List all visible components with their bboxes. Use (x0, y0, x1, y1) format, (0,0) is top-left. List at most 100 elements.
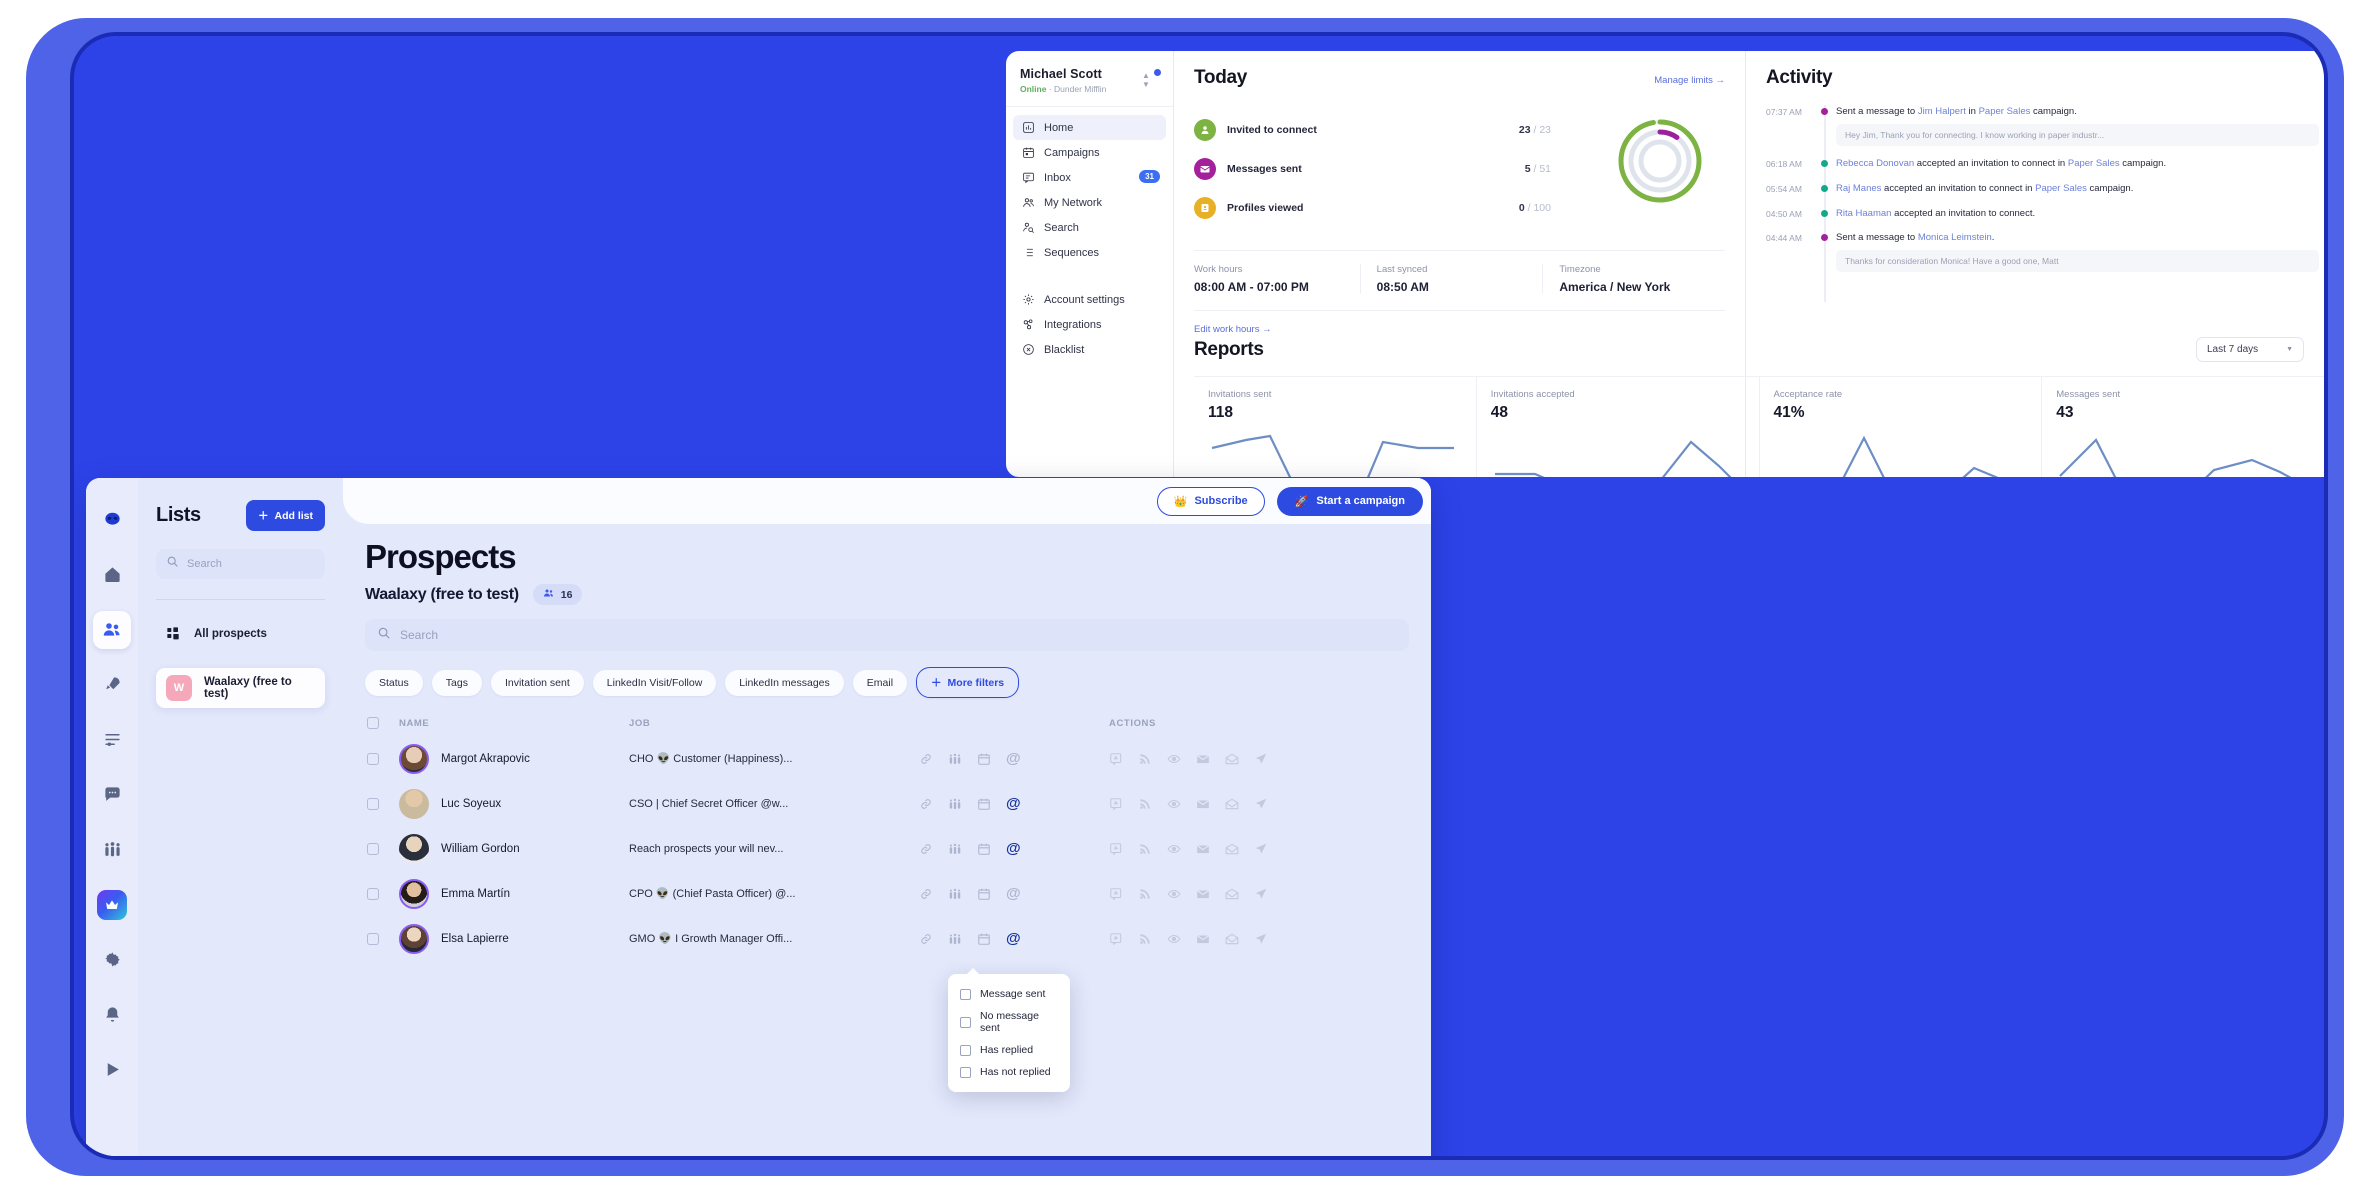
calendar-icon[interactable] (977, 752, 991, 766)
eye-visit-icon[interactable] (1167, 842, 1181, 856)
activity-link[interactable]: Rebecca Donovan (1836, 158, 1914, 169)
envelope-open-icon[interactable] (1225, 842, 1239, 856)
row-checkbox[interactable] (365, 932, 399, 945)
envelope-open-icon[interactable] (1225, 752, 1239, 766)
nav-item-inbox[interactable]: Inbox 31 (1013, 165, 1166, 190)
activity-link[interactable]: Rita Haaman (1836, 208, 1891, 219)
at-icon[interactable]: @ (1006, 931, 1021, 946)
envelope-open-icon[interactable] (1225, 887, 1239, 901)
date-range-select[interactable]: Last 7 days ▼ (2196, 337, 2304, 362)
row-checkbox[interactable] (365, 752, 399, 765)
link-icon[interactable] (919, 842, 933, 856)
eye-visit-icon[interactable] (1167, 752, 1181, 766)
row-checkbox[interactable] (365, 887, 399, 900)
eye-visit-icon[interactable] (1167, 932, 1181, 946)
send-invite-icon[interactable] (1254, 797, 1268, 811)
team-icon[interactable] (948, 797, 962, 811)
nav-item-home[interactable]: Home (1013, 115, 1166, 140)
dropdown-option-has-replied[interactable]: Has replied (948, 1039, 1070, 1061)
filter-chip-invitation-sent[interactable]: Invitation sent (490, 669, 584, 696)
rail-item-campaigns[interactable] (86, 657, 138, 712)
start-campaign-button[interactable]: 🚀 Start a campaign (1276, 486, 1423, 516)
linkedin-messages-filter-dropdown[interactable]: Message sent No message sent Has replied… (948, 968, 1070, 1092)
activity-link[interactable]: Jim Halpert (1918, 106, 1966, 117)
filter-chip-tags[interactable]: Tags (431, 669, 482, 696)
filter-chip-status[interactable]: Status (365, 669, 423, 696)
activity-link[interactable]: Paper Sales (2035, 183, 2087, 194)
rail-item-play[interactable] (86, 1042, 138, 1097)
rail-item-sequences[interactable] (86, 712, 138, 767)
account-switcher[interactable]: Michael Scott Online · Dunder Mifflin ▲ ▼ (1006, 63, 1173, 107)
activity-link[interactable]: Raj Manes (1836, 183, 1881, 194)
select-all-checkbox[interactable] (365, 717, 399, 729)
team-icon[interactable] (948, 842, 962, 856)
rail-item-inbox[interactable] (86, 767, 138, 822)
lists-search-input[interactable]: Search (156, 549, 325, 579)
checkbox[interactable] (960, 1044, 971, 1056)
note-icon[interactable] (1109, 752, 1123, 766)
rss-follow-icon[interactable] (1138, 887, 1152, 901)
link-icon[interactable] (919, 887, 933, 901)
activity-link[interactable]: Monica Leimstein (1918, 232, 1992, 243)
at-icon[interactable]: @ (1006, 796, 1021, 811)
note-icon[interactable] (1109, 932, 1123, 946)
link-icon[interactable] (919, 752, 933, 766)
nav-item-search[interactable]: Search (1013, 215, 1166, 240)
send-invite-icon[interactable] (1254, 752, 1268, 766)
envelope-message-icon[interactable] (1196, 887, 1210, 901)
team-icon[interactable] (948, 932, 962, 946)
note-icon[interactable] (1109, 797, 1123, 811)
envelope-message-icon[interactable] (1196, 797, 1210, 811)
checkbox[interactable] (960, 1016, 971, 1028)
activity-link[interactable]: Paper Sales (1979, 106, 2031, 117)
rss-follow-icon[interactable] (1138, 932, 1152, 946)
table-row[interactable]: Elsa Lapierre GMO 👽 I Growth Manager Off… (365, 916, 1409, 961)
more-filters-button[interactable]: ＋ More filters (916, 667, 1020, 698)
note-icon[interactable] (1109, 887, 1123, 901)
nav-item-my-network[interactable]: My Network (1013, 190, 1166, 215)
send-invite-icon[interactable] (1254, 887, 1268, 901)
rail-item-prospects[interactable] (86, 602, 138, 657)
nav-item-sequences[interactable]: Sequences (1013, 240, 1166, 265)
send-invite-icon[interactable] (1254, 842, 1268, 856)
checkbox[interactable] (960, 988, 971, 1000)
rail-item-upgrade[interactable] (86, 877, 138, 932)
rail-item-home[interactable] (86, 547, 138, 602)
dropdown-option-no-message-sent[interactable]: No message sent (948, 1005, 1070, 1039)
eye-visit-icon[interactable] (1167, 887, 1181, 901)
envelope-open-icon[interactable] (1225, 797, 1239, 811)
calendar-icon[interactable] (977, 887, 991, 901)
activity-link[interactable]: Paper Sales (2068, 158, 2120, 169)
note-icon[interactable] (1109, 842, 1123, 856)
at-icon[interactable]: @ (1006, 886, 1021, 901)
chevron-updown-icon[interactable]: ▲ ▼ (1141, 71, 1151, 89)
send-invite-icon[interactable] (1254, 932, 1268, 946)
rail-item-notifications[interactable] (86, 987, 138, 1042)
envelope-message-icon[interactable] (1196, 752, 1210, 766)
add-list-button[interactable]: ＋ Add list (246, 500, 325, 531)
list-item-waalaxy[interactable]: W Waalaxy (free to test) (156, 668, 325, 708)
link-icon[interactable] (919, 797, 933, 811)
team-icon[interactable] (948, 887, 962, 901)
nav-item-campaigns[interactable]: Campaigns (1013, 140, 1166, 165)
rss-follow-icon[interactable] (1138, 752, 1152, 766)
table-row[interactable]: Emma Martín CPO 👽 (Chief Pasta Officer) … (365, 871, 1409, 916)
dropdown-option-message-sent[interactable]: Message sent (948, 983, 1070, 1005)
rail-item-logo[interactable] (86, 492, 138, 547)
rss-follow-icon[interactable] (1138, 797, 1152, 811)
prospects-search-input[interactable]: Search (365, 619, 1409, 651)
checkbox[interactable] (960, 1066, 971, 1078)
at-icon[interactable]: @ (1006, 841, 1021, 856)
filter-chip-linkedin-visit-follow[interactable]: LinkedIn Visit/Follow (592, 669, 717, 696)
filter-chip-email[interactable]: Email (852, 669, 908, 696)
envelope-open-icon[interactable] (1225, 932, 1239, 946)
link-icon[interactable] (919, 932, 933, 946)
nav-item-blacklist[interactable]: Blacklist (1013, 337, 1166, 362)
table-row[interactable]: William Gordon Reach prospects your will… (365, 826, 1409, 871)
rss-follow-icon[interactable] (1138, 842, 1152, 856)
envelope-message-icon[interactable] (1196, 932, 1210, 946)
calendar-icon[interactable] (977, 842, 991, 856)
rail-item-settings[interactable] (86, 932, 138, 987)
row-checkbox[interactable] (365, 797, 399, 810)
table-row[interactable]: Margot Akrapovic CHO 👽 Customer (Happine… (365, 736, 1409, 781)
